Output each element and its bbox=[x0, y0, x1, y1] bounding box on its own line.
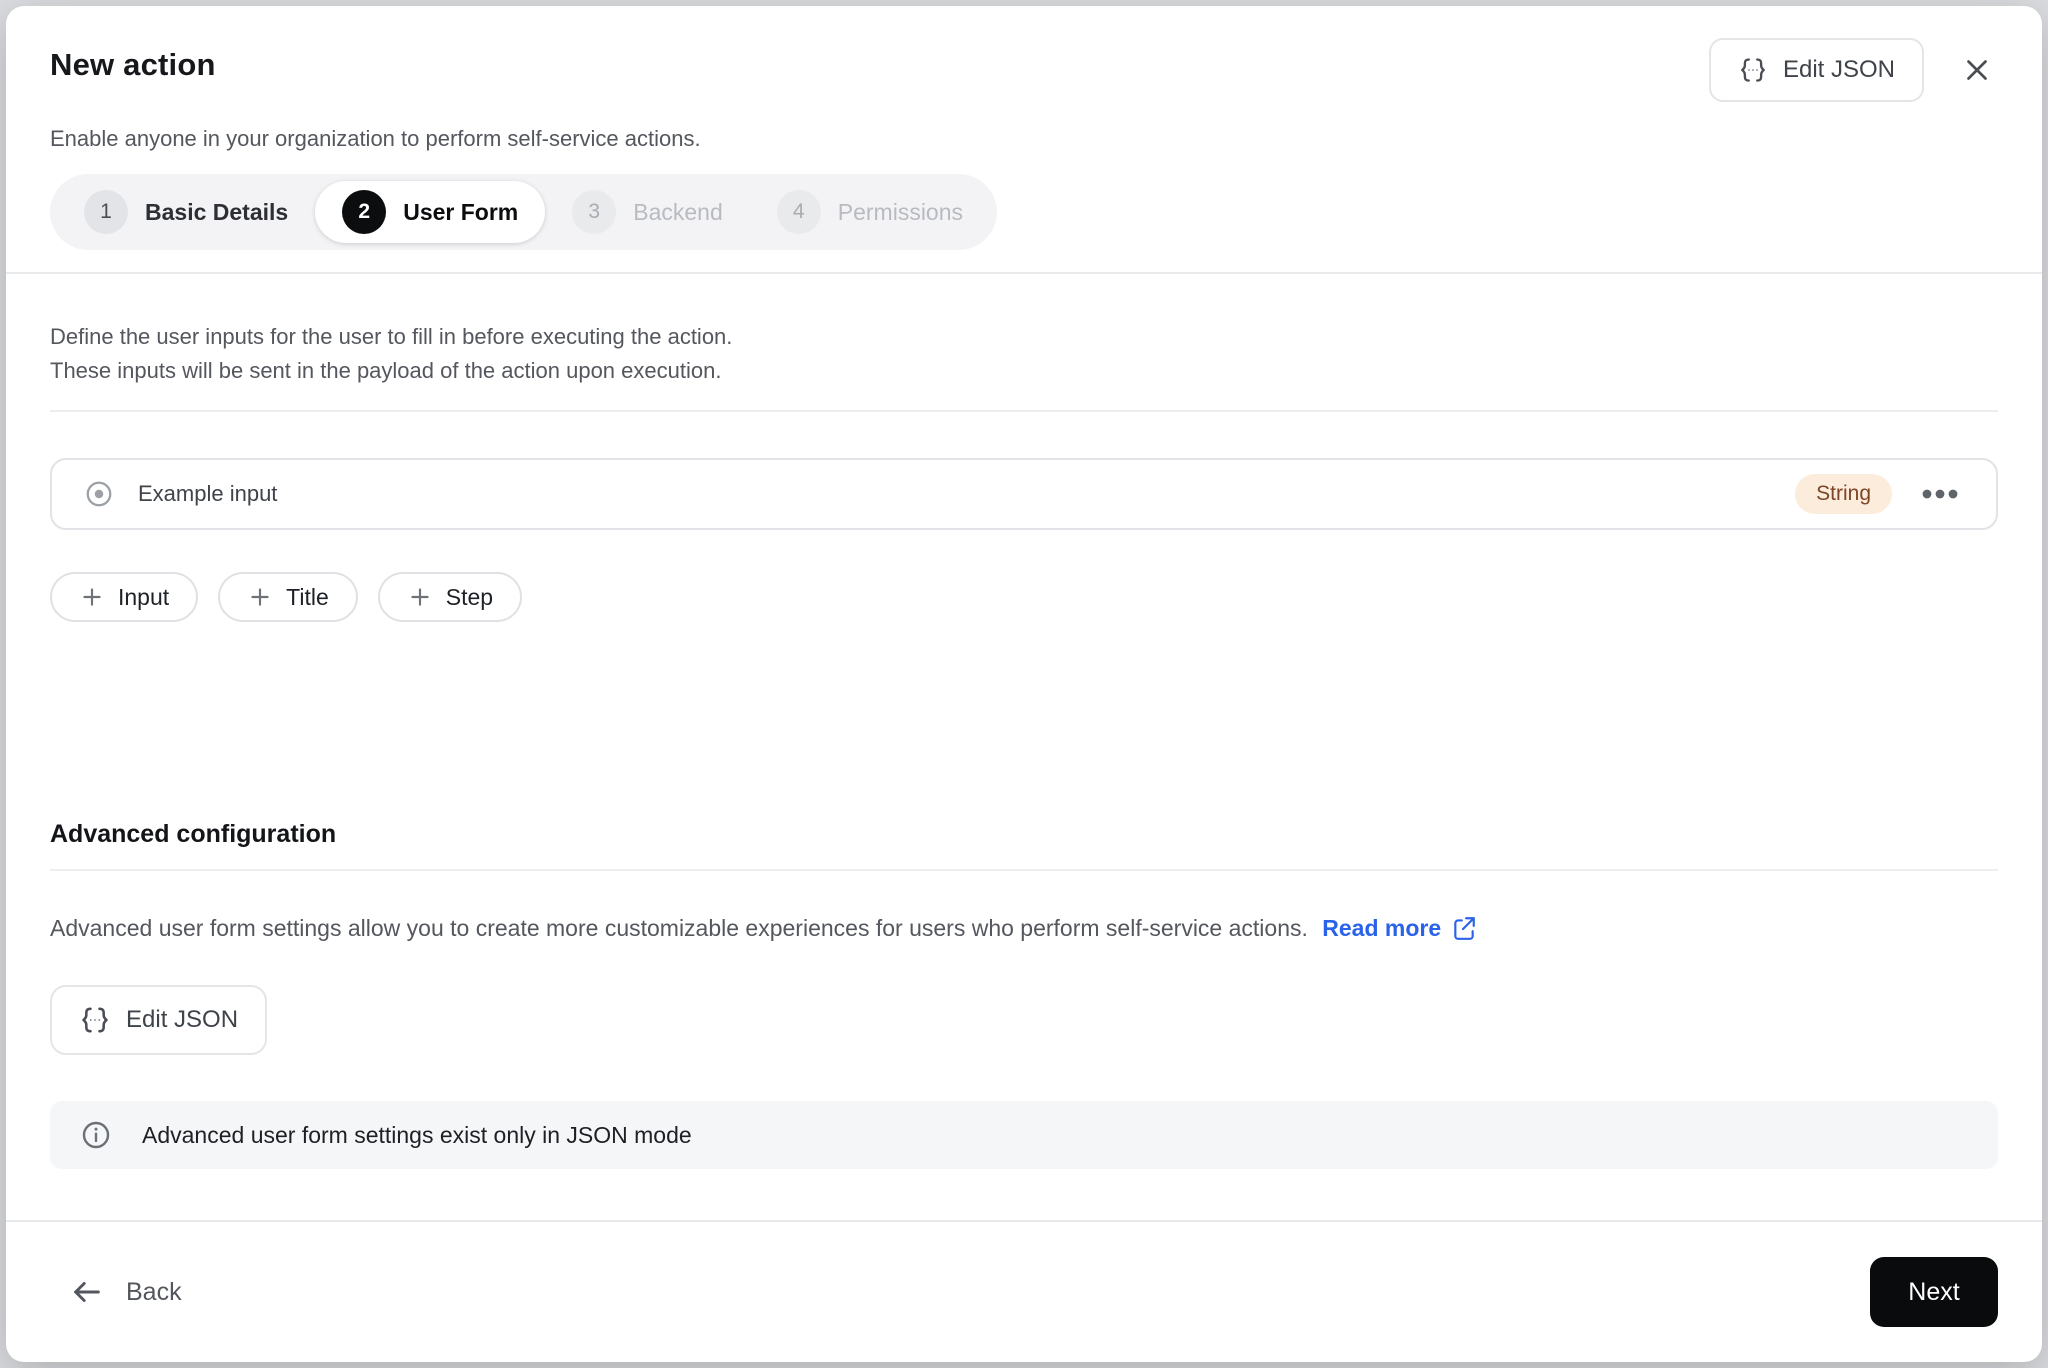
step-label: Permissions bbox=[837, 198, 964, 225]
page-title: New action bbox=[50, 47, 216, 82]
step-label: Basic Details bbox=[145, 198, 289, 225]
step-permissions[interactable]: 4 Permissions bbox=[750, 181, 990, 243]
add-title-label: Title bbox=[286, 583, 329, 610]
user-input-row[interactable]: Example input String bbox=[50, 458, 1998, 530]
step-user-form[interactable]: 2 User Form bbox=[315, 181, 546, 243]
close-button[interactable] bbox=[1952, 45, 2002, 95]
add-title-button[interactable]: Title bbox=[218, 572, 358, 622]
add-input-label: Input bbox=[118, 583, 170, 610]
step-number: 2 bbox=[342, 190, 387, 234]
back-label: Back bbox=[126, 1277, 182, 1306]
add-input-button[interactable]: Input bbox=[50, 572, 199, 622]
step-label: Backend bbox=[633, 198, 723, 225]
plus-icon bbox=[79, 584, 105, 610]
advanced-divider bbox=[50, 869, 1998, 871]
step-basic-details[interactable]: 1 Basic Details bbox=[57, 181, 315, 243]
add-step-button[interactable]: Step bbox=[377, 572, 523, 622]
back-button[interactable]: Back bbox=[64, 1274, 188, 1310]
section-divider bbox=[50, 410, 1998, 412]
modal-header: New action Edit JSON Enable anyone in yo… bbox=[6, 6, 2042, 250]
input-row-menu-button[interactable] bbox=[1916, 481, 1964, 507]
edit-json-advanced-button[interactable]: Edit JSON bbox=[50, 985, 268, 1055]
add-step-label: Step bbox=[445, 583, 494, 610]
next-button[interactable]: Next bbox=[1870, 1257, 1998, 1327]
plus-icon bbox=[407, 584, 433, 610]
edit-json-advanced-label: Edit JSON bbox=[126, 1006, 239, 1033]
wizard-stepper: 1 Basic Details 2 User Form 3 Backend 4 … bbox=[50, 174, 998, 250]
add-buttons-row: Input Title Step bbox=[50, 572, 1998, 622]
read-more-label: Read more bbox=[1322, 915, 1442, 941]
input-row-label: Example input bbox=[138, 481, 278, 506]
braces-ellipsis-icon bbox=[79, 1004, 111, 1036]
edit-json-header-button[interactable]: Edit JSON bbox=[1708, 38, 1924, 102]
plus-icon bbox=[247, 584, 273, 610]
step-backend[interactable]: 3 Backend bbox=[545, 181, 750, 243]
read-more-link[interactable]: Read more bbox=[1322, 911, 1477, 945]
step-number: 1 bbox=[84, 190, 128, 234]
advanced-config-heading: Advanced configuration bbox=[50, 820, 337, 848]
info-banner-text: Advanced user form settings exist only i… bbox=[142, 1121, 692, 1148]
json-mode-info-banner: Advanced user form settings exist only i… bbox=[50, 1101, 1998, 1169]
input-type-badge: String bbox=[1795, 474, 1892, 514]
modal-subtitle: Enable anyone in your organization to pe… bbox=[50, 126, 701, 151]
form-description-line1: Define the user inputs for the user to f… bbox=[50, 324, 733, 349]
advanced-description: Advanced user form settings allow you to… bbox=[50, 911, 1998, 945]
braces-ellipsis-icon bbox=[1738, 55, 1768, 85]
info-circle-icon bbox=[80, 1119, 112, 1151]
close-icon bbox=[1960, 53, 1994, 87]
step-label: User Form bbox=[403, 198, 519, 225]
external-link-icon bbox=[1451, 915, 1477, 941]
form-description-line2: These inputs will be sent in the payload… bbox=[50, 358, 722, 383]
ellipsis-icon bbox=[1920, 487, 1960, 501]
edit-json-label: Edit JSON bbox=[1782, 56, 1895, 83]
new-action-modal: New action Edit JSON Enable anyone in yo… bbox=[6, 6, 2042, 1362]
form-description: Define the user inputs for the user to f… bbox=[50, 320, 1998, 388]
step-number: 3 bbox=[572, 190, 617, 234]
arrow-left-icon bbox=[70, 1275, 104, 1309]
modal-footer: Back Next bbox=[6, 1222, 2042, 1362]
step-number: 4 bbox=[776, 190, 821, 234]
radio-icon bbox=[84, 479, 114, 509]
modal-body: Define the user inputs for the user to f… bbox=[6, 274, 2042, 1220]
advanced-description-text: Advanced user form settings allow you to… bbox=[50, 915, 1308, 941]
